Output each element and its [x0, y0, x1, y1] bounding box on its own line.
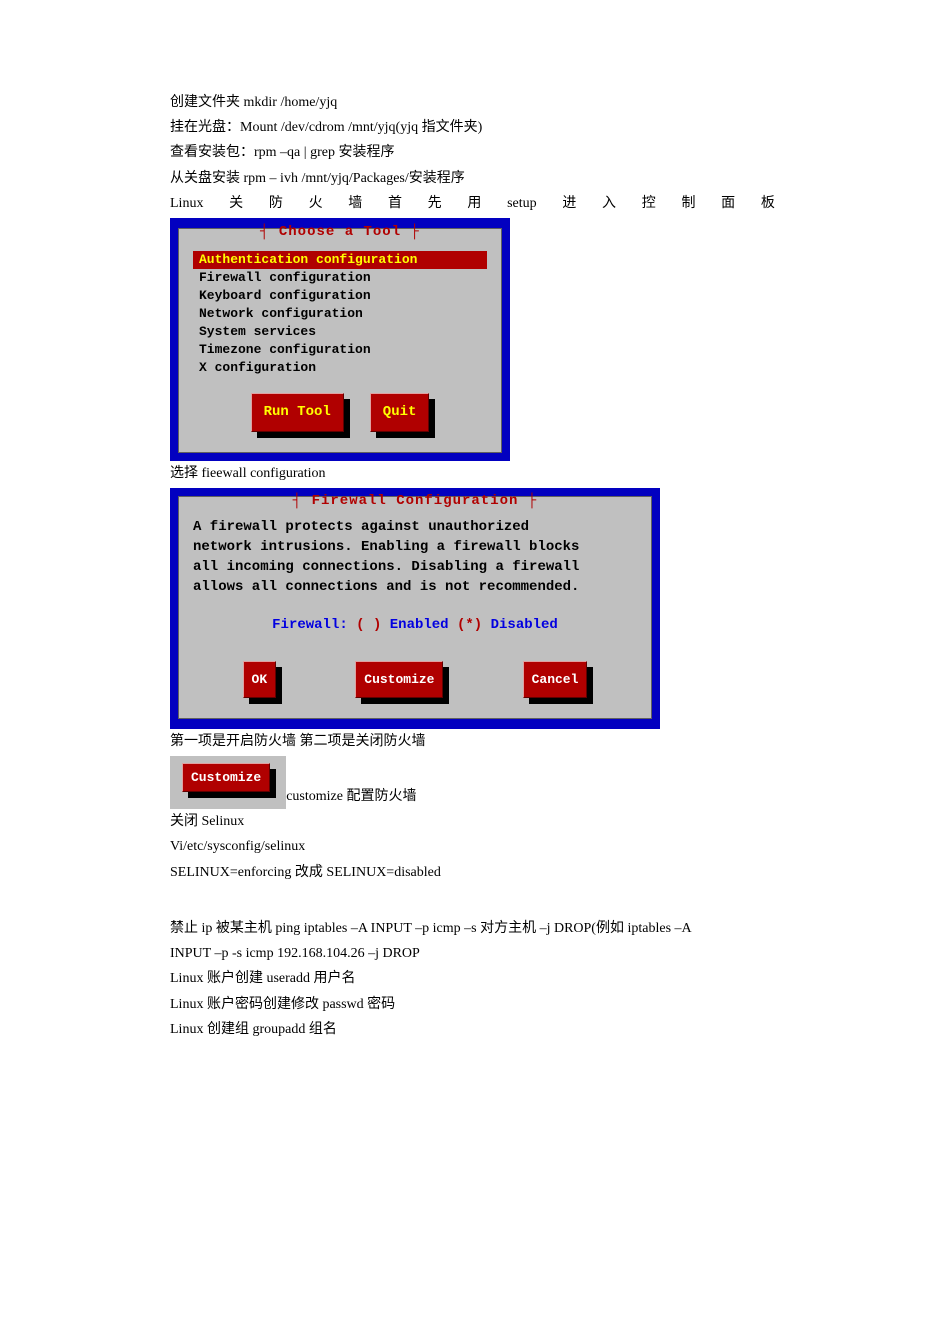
text-line: Linux 账户密码创建修改 passwd 密码 — [170, 992, 775, 1017]
text-line: SELINUX=enforcing 改成 SELINUX=disabled — [170, 860, 775, 885]
text-line: 禁止 ip 被某主机 ping iptables –A INPUT –p icm… — [170, 916, 775, 941]
firewall-description: A firewall protects against unauthorized… — [193, 517, 637, 597]
text-line: 关闭 Selinux — [170, 809, 775, 834]
cancel-button[interactable]: Cancel — [523, 661, 588, 698]
menu-item-services[interactable]: System services — [193, 323, 487, 341]
radio-enabled-label: Enabled — [381, 617, 457, 633]
firewall-radio-row[interactable]: Firewall: ( ) Enabled (*) Disabled — [193, 613, 637, 638]
customize-button[interactable]: Customize — [355, 661, 443, 698]
menu-item-firewall[interactable]: Firewall configuration — [193, 269, 487, 287]
text-line: 选择 fieewall configuration — [170, 461, 775, 486]
quit-button[interactable]: Quit — [370, 393, 430, 432]
dialog-title: ┤ Choose a Tool ├ — [179, 220, 501, 245]
text-line: 第一项是开启防火墙 第二项是关闭防火墙 — [170, 729, 775, 754]
text-line: Linux 创建组 groupadd 组名 — [170, 1017, 775, 1042]
text-line: Linux 账户创建 useradd 用户名 — [170, 966, 775, 991]
text-line: 从关盘安装 rpm – ivh /mnt/yjq/Packages/安装程序 — [170, 166, 775, 191]
text-line: 挂在光盘：Mount /dev/cdrom /mnt/yjq(yjq 指文件夹) — [170, 115, 775, 140]
run-tool-button[interactable]: Run Tool — [251, 393, 344, 432]
menu-item-timezone[interactable]: Timezone configuration — [193, 341, 487, 359]
text-line-justified: Linux关防 火墙首 先用setup 进入控 制面板 — [170, 191, 775, 216]
ok-button[interactable]: OK — [243, 661, 277, 698]
customize-button-crop: Customize — [170, 756, 286, 809]
text-line: INPUT –p -s icmp 192.168.104.26 –j DROP — [170, 941, 775, 966]
tool-menu[interactable]: Authentication configuration Firewall co… — [193, 251, 487, 377]
text-line: 查看安装包：rpm –qa | grep 安装程序 — [170, 140, 775, 165]
menu-item-network[interactable]: Network configuration — [193, 305, 487, 323]
menu-item-keyboard[interactable]: Keyboard configuration — [193, 287, 487, 305]
firewall-config-dialog: ┤ Firewall Configuration ├ A firewall pr… — [170, 488, 660, 729]
text-inline: customize 配置防火墙 — [286, 789, 416, 804]
text-line: 创建文件夹 mkdir /home/yjq — [170, 90, 775, 115]
firewall-label: Firewall: — [272, 617, 356, 633]
menu-item-x[interactable]: X configuration — [193, 359, 487, 377]
radio-disabled-label: Disabled — [482, 617, 558, 633]
radio-disabled-mark[interactable]: (*) — [457, 617, 482, 633]
dialog-title: ┤ Firewall Configuration ├ — [179, 489, 651, 514]
customize-button[interactable]: Customize — [182, 763, 270, 792]
setup-tool-dialog: ┤ Choose a Tool ├ Authentication configu… — [170, 218, 510, 461]
menu-item-auth[interactable]: Authentication configuration — [193, 251, 487, 269]
text-line: Vi/etc/sysconfig/selinux — [170, 834, 775, 859]
radio-enabled-mark[interactable]: ( ) — [356, 617, 381, 633]
